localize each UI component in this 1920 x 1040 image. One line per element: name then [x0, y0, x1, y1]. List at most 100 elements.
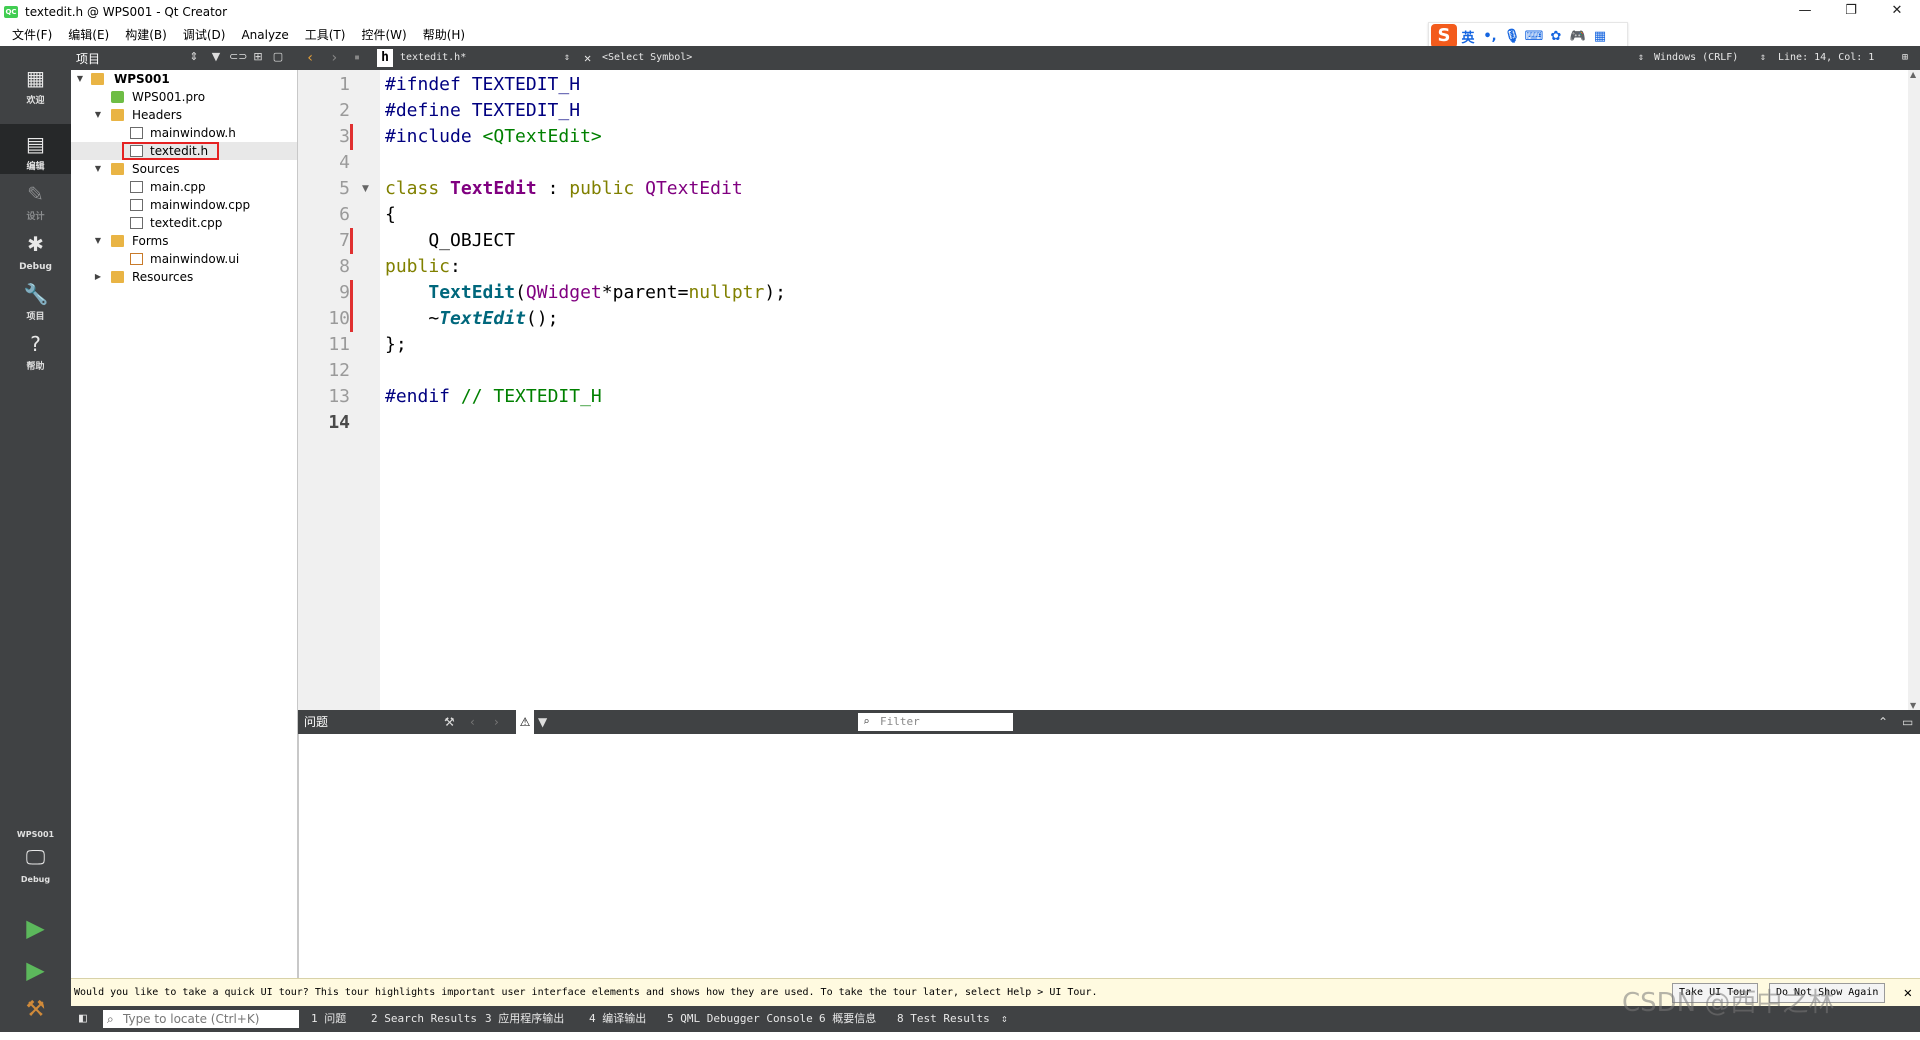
- filter-icon[interactable]: ▼: [209, 50, 223, 64]
- code-editor[interactable]: #ifndef TEXTEDIT_H #define TEXTEDIT_H #i…: [380, 70, 1908, 710]
- code-line-3[interactable]: #include <QTextEdit>: [385, 124, 602, 150]
- expand-arrow-icon[interactable]: ▼: [93, 160, 103, 178]
- tab-general-messages[interactable]: 6 概要信息: [819, 1006, 876, 1032]
- expand-arrow-icon[interactable]: ▼: [75, 70, 85, 88]
- menu-controls[interactable]: 控件(W): [353, 24, 414, 46]
- apps-grid-icon[interactable]: ▦: [1589, 29, 1611, 44]
- tree-item-pro-file[interactable]: WPS001.pro: [71, 88, 297, 106]
- menu-analyze[interactable]: Analyze: [233, 24, 296, 46]
- tree-item-mainwindow-cpp[interactable]: mainwindow.cpp: [71, 196, 297, 214]
- link-icon[interactable]: ⊂⊃: [229, 50, 247, 64]
- expand-arrow-icon[interactable]: ▼: [93, 232, 103, 250]
- prev-issue-icon[interactable]: ‹: [470, 710, 475, 734]
- toggle-sidebar-icon[interactable]: ◧: [79, 1006, 87, 1032]
- code-line-6[interactable]: {: [385, 202, 396, 228]
- sogou-logo-icon[interactable]: S: [1431, 24, 1457, 48]
- menu-build[interactable]: 构建(B): [117, 24, 175, 46]
- mode-edit[interactable]: ▤ 编辑: [0, 124, 71, 174]
- kit-selector[interactable]: WPS001 🖵 Debug: [0, 828, 71, 908]
- close-pane-icon[interactable]: ▢: [271, 50, 285, 64]
- code-line-2[interactable]: #define TEXTEDIT_H: [385, 98, 580, 124]
- line-ending-combo[interactable]: Windows (CRLF): [1654, 46, 1738, 70]
- mode-debug[interactable]: ✱ Debug: [0, 224, 71, 274]
- scroll-down-icon[interactable]: ▼: [1910, 701, 1916, 710]
- code-line-9[interactable]: TextEdit(QWidget*parent=nullptr);: [385, 280, 786, 306]
- tree-item-resources[interactable]: ▶ Resources: [71, 268, 297, 286]
- tab-application-output[interactable]: 3 应用程序输出: [485, 1006, 564, 1032]
- issues-filter-input[interactable]: ⌕ Filter: [858, 713, 1013, 731]
- build-button[interactable]: ⚒: [0, 990, 71, 1040]
- mode-design[interactable]: ✎ 设计: [0, 174, 71, 224]
- symbol-combo[interactable]: <Select Symbol>: [602, 46, 692, 70]
- locator-input[interactable]: ⌕ Type to locate (Ctrl+K): [103, 1010, 299, 1028]
- close-document-icon[interactable]: ✕: [584, 46, 591, 70]
- split-editor-icon[interactable]: ⊞: [1902, 46, 1908, 70]
- next-issue-icon[interactable]: ›: [494, 710, 499, 734]
- menu-debug[interactable]: 调试(D): [175, 24, 234, 46]
- menu-help[interactable]: 帮助(H): [415, 24, 473, 46]
- maximize-button[interactable]: ❐: [1828, 0, 1874, 24]
- skin-icon[interactable]: ✿: [1545, 29, 1567, 44]
- menu-tools[interactable]: 工具(T): [297, 24, 354, 46]
- close-button[interactable]: ✕: [1874, 0, 1920, 24]
- maximize-pane-icon[interactable]: ⌃: [1878, 710, 1888, 734]
- expand-arrow-icon[interactable]: ▼: [93, 106, 103, 124]
- close-infobar-icon[interactable]: ✕: [1904, 979, 1912, 1007]
- project-pane-title[interactable]: 项目: [76, 50, 100, 67]
- more-tabs-arrows-icon[interactable]: ⇕: [1001, 1006, 1008, 1032]
- tree-item-label: WPS001: [114, 72, 170, 86]
- hammer-icon: ⚒: [25, 997, 46, 1022]
- line-ending-arrows-icon[interactable]: ⇕: [1760, 46, 1766, 70]
- code-line-5[interactable]: class TextEdit : public QTextEdit: [385, 176, 743, 202]
- open-file-combo[interactable]: textedit.h*: [400, 46, 466, 70]
- vertical-scrollbar[interactable]: ▲ ▼: [1908, 70, 1920, 710]
- tree-item-headers[interactable]: ▼ Headers: [71, 106, 297, 124]
- locator-placeholder: Type to locate (Ctrl+K): [123, 1012, 260, 1026]
- tree-item-mainwindow-h[interactable]: mainwindow.h: [71, 124, 297, 142]
- punctuation-icon[interactable]: •,: [1479, 29, 1501, 44]
- keyboard-icon[interactable]: ⌨: [1523, 29, 1545, 44]
- tree-item-sources[interactable]: ▼ Sources: [71, 160, 297, 178]
- tree-item-forms[interactable]: ▼ Forms: [71, 232, 297, 250]
- tree-item-textedit-cpp[interactable]: textedit.cpp: [71, 214, 297, 232]
- forward-arrow-icon[interactable]: ›: [330, 46, 338, 70]
- split-icon[interactable]: ⊞: [251, 50, 265, 64]
- close-pane-icon[interactable]: ▭: [1902, 710, 1913, 734]
- code-line-10[interactable]: ~TextEdit();: [385, 306, 558, 332]
- clear-icon[interactable]: ⚒: [444, 710, 455, 734]
- code-line-13[interactable]: #endif // TEXTEDIT_H: [385, 384, 602, 410]
- symbol-combo-arrows-icon[interactable]: ⇕: [1638, 46, 1644, 70]
- tab-test-results[interactable]: 8 Test Results: [897, 1006, 990, 1032]
- tab-compile-output[interactable]: 4 编译输出: [589, 1006, 646, 1032]
- lock-icon[interactable]: ▪: [354, 46, 360, 70]
- code-line-11[interactable]: };: [385, 332, 407, 358]
- tab-qml-debugger-console[interactable]: 5 QML Debugger Console: [667, 1006, 813, 1032]
- menu-edit[interactable]: 编辑(E): [60, 24, 117, 46]
- mode-welcome[interactable]: ▦ 欢迎: [0, 58, 71, 108]
- back-arrow-icon[interactable]: ‹: [306, 46, 314, 70]
- menu-file[interactable]: 文件(F): [4, 24, 60, 46]
- sort-arrows-icon[interactable]: ⇕: [187, 50, 201, 64]
- tree-item-project[interactable]: ▼ WPS001: [71, 70, 297, 88]
- warning-filter-icon[interactable]: ⚠: [516, 710, 534, 734]
- tree-item-mainwindow-ui[interactable]: mainwindow.ui: [71, 250, 297, 268]
- code-line-1[interactable]: #ifndef TEXTEDIT_H: [385, 72, 580, 98]
- file-combo-arrows-icon[interactable]: ⇕: [564, 46, 570, 70]
- ime-language-toggle[interactable]: 英: [1457, 27, 1479, 46]
- tab-issues[interactable]: 1 问题: [311, 1006, 346, 1032]
- mode-projects[interactable]: 🔧 项目: [0, 274, 71, 324]
- tab-search-results[interactable]: 2 Search Results: [371, 1006, 477, 1032]
- gamepad-icon[interactable]: 🎮: [1567, 29, 1589, 44]
- mode-help[interactable]: ? 帮助: [0, 324, 71, 374]
- code-line-7[interactable]: Q_OBJECT: [385, 228, 515, 254]
- code-line-8[interactable]: public:: [385, 254, 461, 280]
- cursor-position[interactable]: Line: 14, Col: 1: [1778, 46, 1874, 70]
- collapse-arrow-icon[interactable]: ▶: [93, 268, 103, 286]
- fold-marker-icon[interactable]: ▼: [362, 176, 372, 202]
- filter-icon[interactable]: ▼: [538, 710, 547, 734]
- minimize-button[interactable]: —: [1782, 0, 1828, 24]
- tree-item-main-cpp[interactable]: main.cpp: [71, 178, 297, 196]
- microphone-icon[interactable]: 🎙: [1501, 29, 1523, 44]
- scroll-up-icon[interactable]: ▲: [1910, 70, 1916, 79]
